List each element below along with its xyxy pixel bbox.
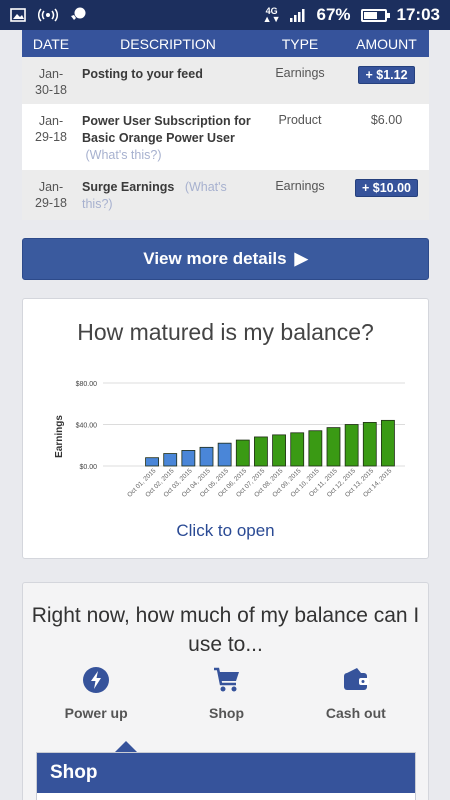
- col-type: TYPE: [281, 35, 319, 52]
- amount-badge: + $1.12: [358, 66, 415, 84]
- card-title: Right now, how much of my balance can I …: [31, 604, 420, 656]
- battery-icon: [360, 8, 390, 22]
- y-tick-label: $0.00: [79, 464, 97, 471]
- selection-pointer: [115, 741, 137, 752]
- option-label: Power up: [64, 705, 128, 721]
- clock: 17:03: [396, 5, 440, 24]
- row-description: Posting to your feed: [82, 67, 203, 81]
- y-tick-label: $40.00: [76, 423, 98, 430]
- chart-bar: [326, 427, 341, 467]
- y-tick-label: $80.00: [76, 381, 98, 388]
- row-description: Power User Subscription for Basic Orange…: [82, 114, 251, 162]
- table-header: DATE DESCRIPTION TYPE AMOUNT: [22, 30, 429, 57]
- chart-bar: [181, 450, 196, 467]
- view-more-details-label: View more details: [143, 249, 287, 268]
- hotspot-icon: [38, 8, 58, 22]
- row-type: Earnings: [275, 179, 325, 193]
- row-type: Product: [278, 113, 322, 127]
- chart-bar: [344, 424, 359, 467]
- shop-panel-title: Shop: [37, 753, 415, 793]
- option-power-up[interactable]: Power up: [23, 665, 169, 721]
- row-type: Earnings: [275, 66, 325, 80]
- battery-percent: 67%: [316, 5, 351, 24]
- option-label: Shop: [209, 705, 244, 721]
- gallery-icon: [10, 8, 26, 22]
- chart-bar: [272, 434, 286, 467]
- col-date: DATE: [32, 35, 70, 52]
- network-indicator: 4G ▲▼: [262, 6, 281, 24]
- row-date: Jan- 29-18: [35, 180, 67, 210]
- col-description: DESCRIPTION: [120, 35, 216, 52]
- row-amount: + $1.12: [344, 57, 429, 84]
- whats-this-link[interactable]: (What's this?): [85, 148, 161, 162]
- chart-bar: [199, 446, 214, 467]
- chart-bar: [235, 439, 250, 467]
- click-to-open-link[interactable]: Click to open: [23, 521, 428, 541]
- chart-bar: [362, 422, 377, 467]
- chart-bar: [381, 419, 395, 467]
- col-amount: AMOUNT: [356, 35, 417, 52]
- bolt-icon: [83, 667, 110, 693]
- option-shop[interactable]: Shop: [169, 665, 283, 721]
- balance-options: Power up Shop Cash out: [23, 665, 428, 721]
- option-label: Cash out: [325, 705, 386, 721]
- row-amount: $6.00: [370, 113, 403, 127]
- table-row: Jan- 30-18 Posting to your feed Earnings …: [22, 57, 429, 104]
- chart-bar: [290, 432, 305, 467]
- y-axis-label: Earnings: [54, 415, 65, 458]
- chart-bar: [217, 442, 232, 467]
- shop-panel: Shop: [36, 752, 416, 800]
- earnings-chart[interactable]: $80.00$40.00$0.00EarningsOct 01, 2015Oct…: [45, 369, 415, 509]
- chart-bar: [163, 453, 178, 467]
- cart-icon: [213, 667, 239, 692]
- status-bar: 4G ▲▼ 67% 17:03: [0, 0, 450, 30]
- wallet-icon: [343, 668, 369, 690]
- balance-maturity-card: How matured is my balance? $80.00 $40.00 $…: [22, 298, 429, 559]
- use-balance-card: Right now, how much of my balance can I …: [22, 582, 429, 800]
- chart-bar: [145, 457, 159, 467]
- row-amount: + $10.00: [344, 170, 429, 197]
- table-row: Jan- 29-18 Surge Earnings (What's this?) …: [22, 170, 429, 220]
- row-date: Jan- 30-18: [35, 67, 67, 97]
- transactions-table: DATE DESCRIPTION TYPE AMOUNT Jan- 30-18 P…: [22, 30, 429, 220]
- amount-badge: + $10.00: [354, 179, 418, 197]
- table-row: Jan- 29-18 Power User Subscription for Ba…: [22, 104, 429, 170]
- chat-call-icon: [71, 7, 86, 20]
- view-more-details-button[interactable]: View more details ▶: [22, 238, 429, 280]
- chart-bar: [254, 436, 268, 467]
- chart-bar: [308, 430, 323, 467]
- signal-icon: [290, 8, 305, 22]
- card-title: How matured is my balance?: [77, 319, 374, 345]
- row-description: Surge Earnings (What's this?): [82, 180, 227, 211]
- play-arrow-icon: ▶: [294, 249, 308, 268]
- option-cash-out[interactable]: Cash out: [284, 665, 428, 721]
- row-date: Jan- 29-18: [35, 114, 67, 144]
